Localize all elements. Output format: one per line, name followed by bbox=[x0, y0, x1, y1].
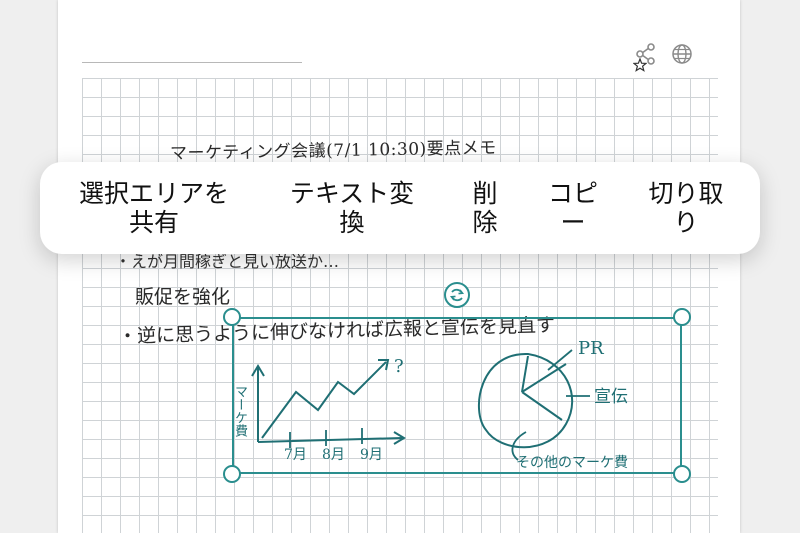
resize-handle-bottom-left[interactable] bbox=[223, 465, 241, 483]
cut-button[interactable]: 切り取 り bbox=[641, 179, 731, 237]
resize-handle-top-left[interactable] bbox=[223, 308, 241, 326]
resize-handle-bottom-right[interactable] bbox=[673, 465, 691, 483]
rotate-icon bbox=[449, 288, 465, 302]
share-selection-button[interactable]: 選択エリアを 共有 bbox=[69, 179, 239, 237]
rotate-handle[interactable] bbox=[444, 282, 470, 308]
resize-handle-top-right[interactable] bbox=[673, 308, 691, 326]
delete-button[interactable]: 削 除 bbox=[465, 179, 505, 237]
selection-context-menu: 選択エリアを 共有 テキスト変 換 削 除 コピ ー 切り取 り bbox=[40, 162, 760, 254]
copy-button[interactable]: コピ ー bbox=[543, 179, 603, 237]
convert-to-text-button[interactable]: テキスト変 換 bbox=[277, 179, 427, 237]
lasso-selection-box[interactable] bbox=[232, 317, 682, 474]
